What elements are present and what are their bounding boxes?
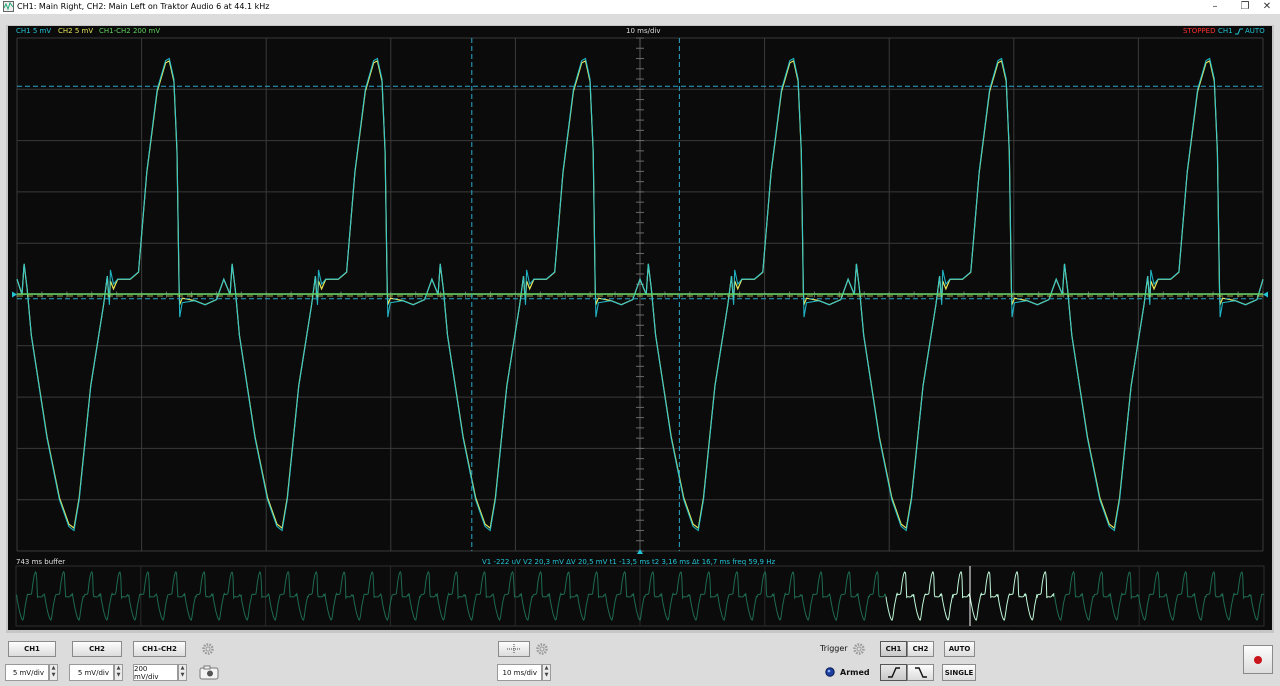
record-stop-icon: [1254, 655, 1262, 664]
single-button[interactable]: SINGLE: [942, 664, 976, 681]
camera-icon[interactable]: [199, 665, 219, 680]
rising-edge-button[interactable]: [880, 664, 907, 681]
auto-button[interactable]: AUTO: [944, 641, 975, 657]
math-scale-readout: CH1-CH2 200 mV: [99, 27, 161, 35]
math-scale-field[interactable]: 200 mV/div: [133, 664, 178, 681]
ch2-scale-readout: CH2 5 mV: [58, 27, 94, 35]
crosshair-cursor-icon: [507, 644, 521, 654]
ch1-minus-ch2-button[interactable]: CH1-CH2: [133, 641, 186, 657]
trigger-level-marker: [1263, 291, 1268, 298]
record-stop-button[interactable]: [1243, 645, 1273, 674]
title-bar: CH1: Main Right, CH2: Main Left on Trakt…: [0, 0, 1280, 14]
ch1-scale-stepper[interactable]: ▲ ▼: [49, 664, 58, 681]
run-status: STOPPED: [1183, 27, 1216, 35]
ch1-button[interactable]: CH1: [8, 641, 56, 657]
armed-indicator-icon: [825, 667, 835, 677]
falling-edge-icon: [914, 667, 927, 678]
ch2-button[interactable]: CH2: [72, 641, 122, 657]
armed-label: Armed: [840, 668, 870, 677]
timebase-stepper[interactable]: ▲ ▼: [542, 664, 551, 681]
timebase-settings-gear-icon[interactable]: [535, 642, 549, 656]
ch1-scale-field[interactable]: 5 mV/div: [5, 664, 49, 681]
trigger-ch1-button[interactable]: CH1: [880, 641, 907, 657]
cursor-measurements: V1 -222 uV V2 20,3 mV ΔV 20,5 mV t1 -13,…: [482, 558, 776, 566]
app-scope-icon: [3, 1, 14, 12]
ch2-scale-stepper[interactable]: ▲ ▼: [114, 664, 123, 681]
ch1-scale-readout: CH1 5 mV: [16, 27, 52, 35]
ch2-scale-field[interactable]: 5 mV/div: [69, 664, 114, 681]
crosshair-cursor-button[interactable]: [498, 641, 530, 657]
math-scale-stepper[interactable]: ▲ ▼: [178, 664, 187, 681]
rising-edge-icon: [887, 667, 900, 678]
scope-plot[interactable]: [8, 26, 1272, 630]
timebase-field[interactable]: 10 ms/div: [497, 664, 542, 681]
trigger-settings-gear-icon[interactable]: [852, 642, 866, 656]
trigger-ch2-button[interactable]: CH2: [907, 641, 934, 657]
window-title: CH1: Main Right, CH2: Main Left on Trakt…: [17, 2, 270, 11]
ch1-level-marker: [12, 291, 17, 298]
buffer-label: 743 ms buffer: [16, 558, 66, 566]
oscilloscope-display[interactable]: CH1 5 mV CH2 5 mV CH1-CH2 200 mV 10 ms/d…: [8, 26, 1272, 630]
timebase-readout: 10 ms/div: [626, 27, 661, 35]
minimize-button[interactable]: –: [1200, 0, 1230, 14]
trigger-label: Trigger: [820, 644, 848, 653]
trigger-mode-readout: AUTO: [1245, 27, 1265, 35]
rising-edge-indicator-icon: [1235, 28, 1243, 35]
falling-edge-button[interactable]: [907, 664, 934, 681]
trigger-source-readout: CH1: [1218, 27, 1233, 35]
channel-settings-gear-icon[interactable]: [201, 642, 215, 656]
close-button[interactable]: ✕: [1252, 0, 1280, 14]
